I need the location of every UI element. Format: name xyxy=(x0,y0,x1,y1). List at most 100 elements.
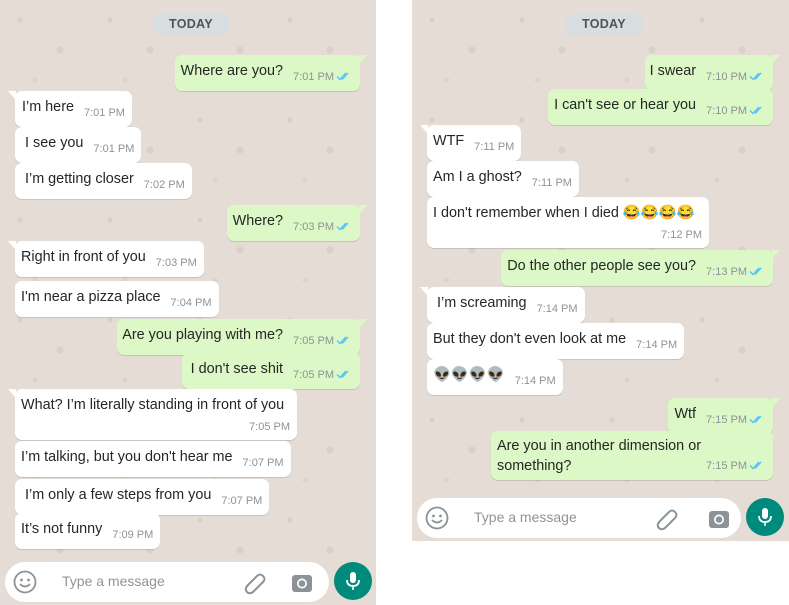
message-time: 7:03 PM xyxy=(155,257,197,269)
double-check-icon xyxy=(749,461,762,470)
message-meta: 7:10 PM xyxy=(706,61,765,87)
message-meta: 7:10 PM xyxy=(706,95,765,121)
message-composer[interactable]: Type a message xyxy=(417,498,741,538)
message-outgoing[interactable]: I don't see shit 7:05 PM xyxy=(181,353,360,389)
message-time: 7:12 PM xyxy=(661,229,702,241)
message-composer[interactable]: Type a message xyxy=(5,562,329,602)
message-text: 👽👽👽👽 xyxy=(433,367,505,383)
message-input[interactable]: Type a message xyxy=(62,573,165,589)
message-text: WTF xyxy=(433,133,465,149)
message-text: Where are you? xyxy=(180,63,284,79)
message-time: 7:11 PM xyxy=(474,141,515,153)
message-time: 7:14 PM xyxy=(536,303,578,315)
camera-icon[interactable] xyxy=(290,571,314,595)
message-text: I can't see or hear you xyxy=(554,97,697,113)
message-time: 7:13 PM xyxy=(706,266,747,278)
message-text: Are you playing with me? xyxy=(122,327,284,343)
message-outgoing[interactable]: Where are you? 7:01 PM xyxy=(174,55,368,91)
message-outgoing[interactable]: I can't see or hear you 7:10 PM xyxy=(548,89,773,125)
message-text: Do the other people see you? xyxy=(507,258,697,274)
message-incoming[interactable]: Right in front of you 7:03 PM xyxy=(8,241,204,277)
message-meta: 7:15 PM xyxy=(706,404,765,430)
mic-icon xyxy=(346,572,360,590)
message-time: 7:09 PM xyxy=(112,529,154,541)
message-outgoing[interactable]: Are you in another dimension or somethin… xyxy=(491,431,773,480)
message-time: 7:14 PM xyxy=(636,339,678,351)
message-meta: 7:05 PM xyxy=(293,325,352,351)
message-text: It’s not funny xyxy=(21,521,103,537)
double-check-icon xyxy=(749,72,762,81)
message-incoming[interactable]: WTF 7:11 PM xyxy=(419,125,522,161)
date-divider: TODAY xyxy=(566,14,642,35)
message-incoming[interactable]: It’s not funny 7:09 PM xyxy=(15,513,161,549)
chat-panel-left: TODAY Where are you? 7:01 PM I’m here 7:01… xyxy=(0,0,376,605)
message-incoming[interactable]: But they don't even look at me 7:14 PM xyxy=(427,323,685,359)
camera-icon[interactable] xyxy=(707,507,731,531)
message-time: 7:10 PM xyxy=(706,71,747,83)
message-text: I'm near a pizza place xyxy=(21,289,161,305)
message-incoming[interactable]: I’m screaming 7:14 PM xyxy=(420,287,585,323)
double-check-icon xyxy=(336,336,349,345)
message-time: 7:01 PM xyxy=(83,107,125,119)
message-text: I’m screaming xyxy=(437,295,527,311)
mic-button[interactable] xyxy=(746,498,784,536)
message-incoming[interactable]: I’m talking, but you don't hear me 7:07 P… xyxy=(15,441,291,477)
message-incoming[interactable]: I don't remember when I died 😂😂😂😂 7:12 PM xyxy=(427,197,709,248)
double-check-icon xyxy=(749,106,762,115)
date-divider: TODAY xyxy=(153,14,229,35)
chat-panel-right: TODAY I swear 7:10 PM I can't see or hear… xyxy=(412,0,789,541)
message-time: 7:11 PM xyxy=(531,177,572,189)
message-time: 7:05 PM xyxy=(293,369,334,381)
message-time: 7:15 PM xyxy=(706,460,747,472)
message-text: I see you xyxy=(25,135,84,151)
message-text: I swear xyxy=(649,63,697,79)
message-time: 7:02 PM xyxy=(143,179,185,191)
message-time: 7:10 PM xyxy=(706,105,747,117)
message-time: 7:05 PM xyxy=(249,421,290,433)
message-text: I don't see shit xyxy=(190,361,284,377)
message-time: 7:01 PM xyxy=(293,71,334,83)
message-time: 7:04 PM xyxy=(170,297,212,309)
message-incoming[interactable]: I’m only a few steps from you 7:07 PM xyxy=(15,479,270,515)
emoji-icon[interactable] xyxy=(425,506,449,530)
emoji-icon[interactable] xyxy=(13,570,37,594)
message-incoming[interactable]: Am I a ghost? 7:11 PM xyxy=(427,161,579,197)
double-check-icon xyxy=(749,267,762,276)
message-incoming[interactable]: I’m here 7:01 PM xyxy=(8,91,132,127)
message-outgoing[interactable]: I swear 7:10 PM xyxy=(644,55,781,91)
message-text: I’m getting closer xyxy=(25,171,134,187)
message-meta: 7:15 PM xyxy=(706,450,765,476)
attach-icon[interactable] xyxy=(242,570,268,596)
message-meta: 7:13 PM xyxy=(706,256,765,282)
double-check-icon xyxy=(336,222,349,231)
message-outgoing[interactable]: Where? 7:03 PM xyxy=(226,205,368,241)
message-meta: 7:03 PM xyxy=(293,211,352,237)
message-time: 7:07 PM xyxy=(221,495,263,507)
mic-button[interactable] xyxy=(334,562,372,600)
message-incoming[interactable]: I’m getting closer 7:02 PM xyxy=(15,163,192,199)
message-text: I’m only a few steps from you xyxy=(25,487,212,503)
message-text: I’m here xyxy=(22,99,74,115)
message-input[interactable]: Type a message xyxy=(474,509,577,525)
message-text: Right in front of you xyxy=(21,249,146,265)
attach-icon[interactable] xyxy=(654,506,680,532)
message-incoming[interactable]: 👽👽👽👽 7:14 PM xyxy=(427,359,563,395)
message-time: 7:03 PM xyxy=(293,221,334,233)
message-text: Am I a ghost? xyxy=(433,169,522,185)
message-text: What? I’m literally standing in front of… xyxy=(21,397,285,413)
message-incoming[interactable]: What? I’m literally standing in front of… xyxy=(8,389,297,440)
message-outgoing[interactable]: Wtf 7:15 PM xyxy=(668,398,780,434)
message-time: 7:14 PM xyxy=(514,375,556,387)
message-text: I’m talking, but you don't hear me xyxy=(21,449,233,465)
message-meta: 7:05 PM xyxy=(293,359,352,385)
message-outgoing[interactable]: Are you playing with me? 7:05 PM xyxy=(117,319,367,355)
message-incoming[interactable]: I'm near a pizza place 7:04 PM xyxy=(15,281,219,317)
message-text: Are you in another dimension or somethin… xyxy=(497,438,701,474)
double-check-icon xyxy=(336,72,349,81)
message-meta: 7:01 PM xyxy=(293,61,352,87)
double-check-icon xyxy=(336,370,349,379)
message-time: 7:07 PM xyxy=(242,457,284,469)
message-time: 7:15 PM xyxy=(706,414,747,426)
message-incoming[interactable]: I see you 7:01 PM xyxy=(15,127,142,163)
message-outgoing[interactable]: Do the other people see you? 7:13 PM xyxy=(501,250,780,286)
